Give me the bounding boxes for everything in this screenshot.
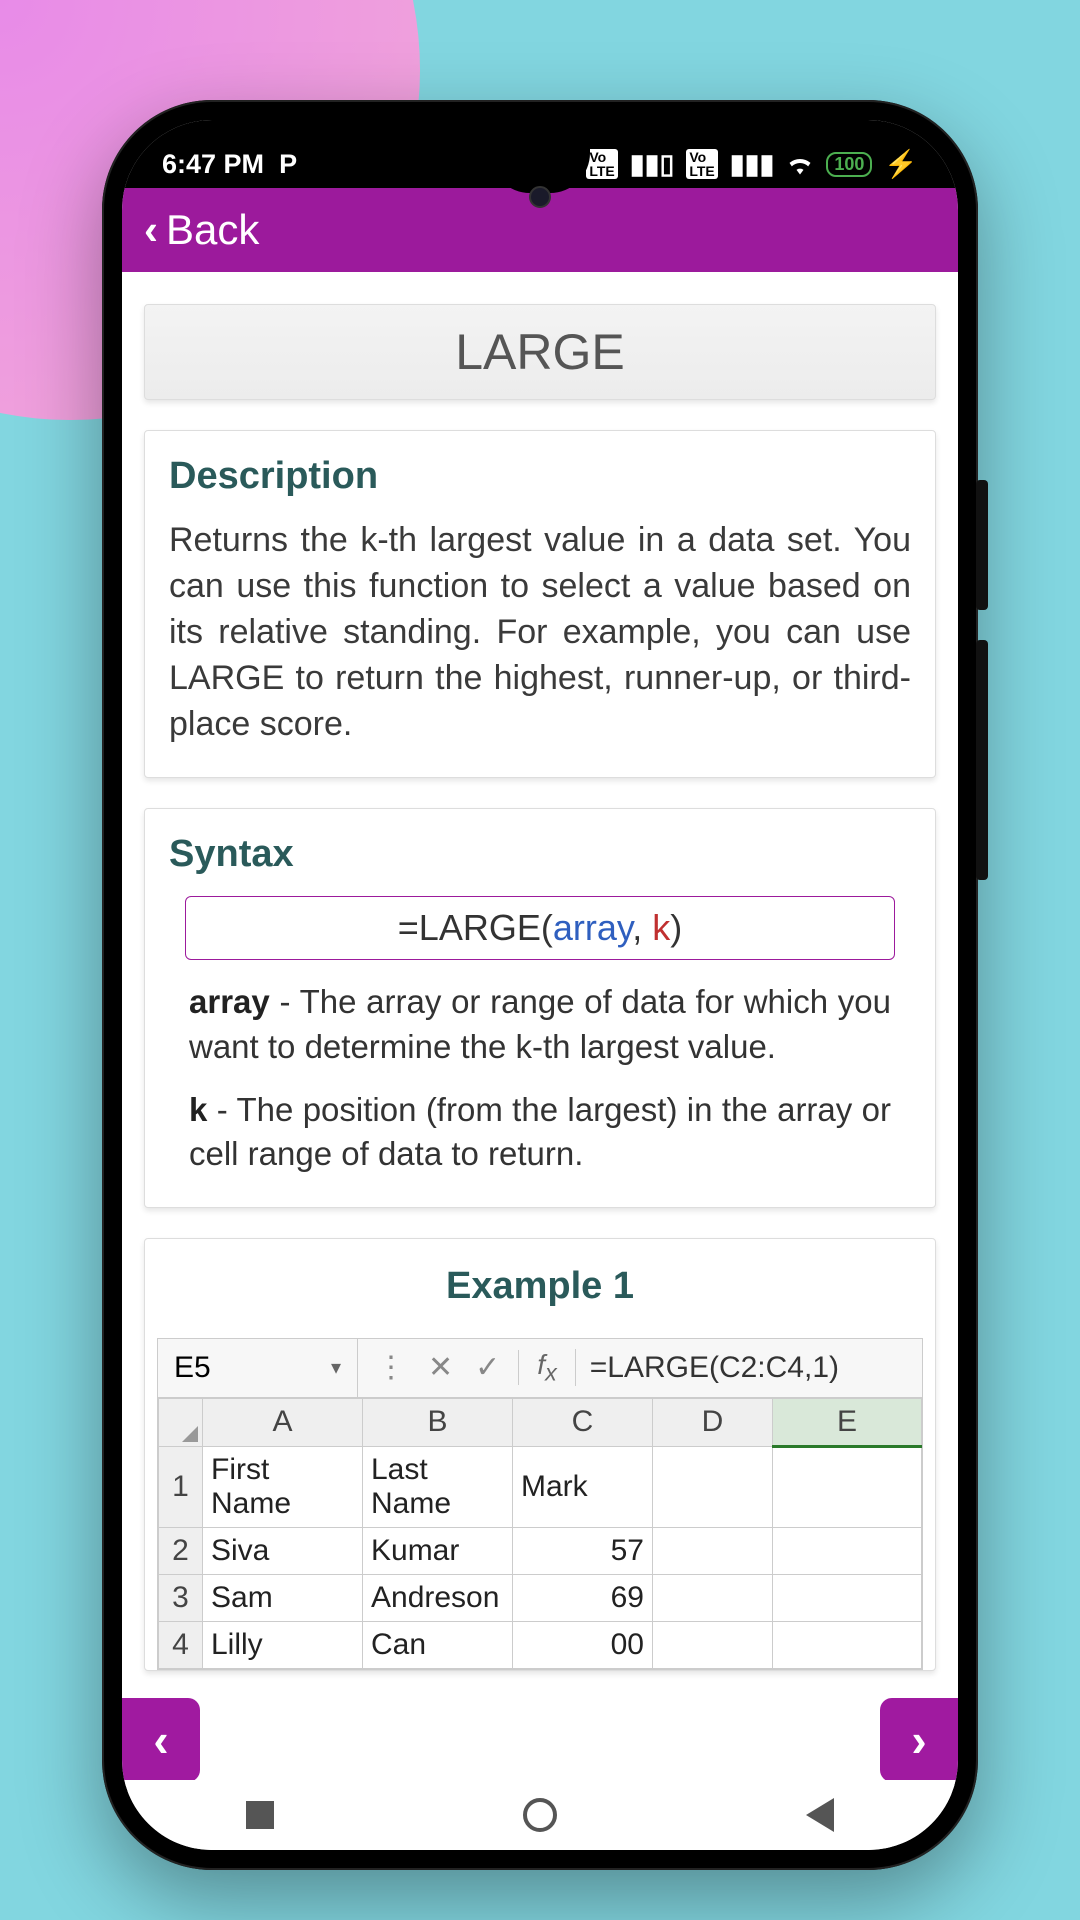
dropdown-icon: ▾	[331, 1355, 341, 1380]
example-heading: Example 1	[145, 1239, 935, 1338]
excel-more-icon: ⋮	[376, 1350, 406, 1385]
signal-icon-1: ▮▮▯	[630, 149, 675, 180]
table-row: 2 SivaKumar57	[159, 1527, 922, 1574]
charging-icon: ⚡	[884, 148, 918, 180]
prev-button[interactable]: ‹	[122, 1698, 200, 1782]
back-button[interactable]: Back	[166, 206, 259, 254]
col-header: D	[653, 1398, 773, 1446]
excel-grid: A B C D E 1 First NameLast NameMark 2	[158, 1398, 922, 1669]
page-title: LARGE	[144, 304, 936, 400]
system-nav-bar	[122, 1780, 958, 1850]
description-card: Description Returns the k-th largest val…	[144, 430, 936, 778]
syntax-formula: =LARGE(array, k)	[185, 896, 895, 960]
example-card: Example 1 E5▾ ⋮ ✕ ✓ fx =LARGE(C2:C4,1)	[144, 1238, 936, 1671]
battery-icon: 100	[826, 152, 872, 177]
excel-corner	[159, 1398, 203, 1446]
volte-icon-1: VoLTE	[586, 149, 617, 179]
syntax-card: Syntax =LARGE(array, k) array - The arra…	[144, 808, 936, 1207]
excel-confirm-icon: ✓	[475, 1350, 500, 1385]
chevron-right-icon: ›	[911, 1713, 926, 1767]
table-row: 1 First NameLast NameMark	[159, 1446, 922, 1527]
next-button[interactable]: ›	[880, 1698, 958, 1782]
table-row: 4 LillyCan00	[159, 1621, 922, 1668]
signal-icon-2: ▮▮▮	[730, 149, 775, 180]
param-array: array - The array or range of data for w…	[145, 980, 935, 1087]
status-app-indicator: P	[279, 149, 297, 179]
excel-formula-bar: =LARGE(C2:C4,1)	[576, 1341, 922, 1395]
param-k: k - The position (from the largest) in t…	[145, 1088, 935, 1207]
fx-icon: fx	[519, 1349, 575, 1387]
description-text: Returns the k-th largest value in a data…	[145, 518, 935, 777]
phone-frame: 6:47 PM P ⏰ VoLTE ▮▮▯ VoLTE ▮▮▮ 100 ⚡ ‹ …	[102, 100, 978, 1870]
syntax-heading: Syntax	[145, 809, 935, 896]
excel-screenshot: E5▾ ⋮ ✕ ✓ fx =LARGE(C2:C4,1)	[157, 1338, 923, 1670]
wifi-icon	[786, 153, 814, 175]
col-header: B	[363, 1398, 513, 1446]
screen: 6:47 PM P ⏰ VoLTE ▮▮▯ VoLTE ▮▮▮ 100 ⚡ ‹ …	[122, 120, 958, 1850]
back-chevron-icon[interactable]: ‹	[144, 206, 158, 254]
col-header-selected: E	[773, 1398, 922, 1446]
table-row: 3 SamAndreson69	[159, 1574, 922, 1621]
col-header: A	[203, 1398, 363, 1446]
excel-name-box: E5▾	[158, 1339, 358, 1397]
volte-icon-2: VoLTE	[686, 149, 717, 179]
col-header: C	[513, 1398, 653, 1446]
status-time: 6:47 PM	[162, 149, 264, 179]
chevron-left-icon: ‹	[153, 1713, 168, 1767]
content-area[interactable]: LARGE Description Returns the k-th large…	[122, 280, 958, 1780]
recents-button[interactable]	[246, 1801, 274, 1829]
excel-cancel-icon: ✕	[428, 1350, 453, 1385]
description-heading: Description	[145, 431, 935, 518]
home-button[interactable]	[523, 1798, 557, 1832]
back-system-button[interactable]	[806, 1798, 834, 1832]
